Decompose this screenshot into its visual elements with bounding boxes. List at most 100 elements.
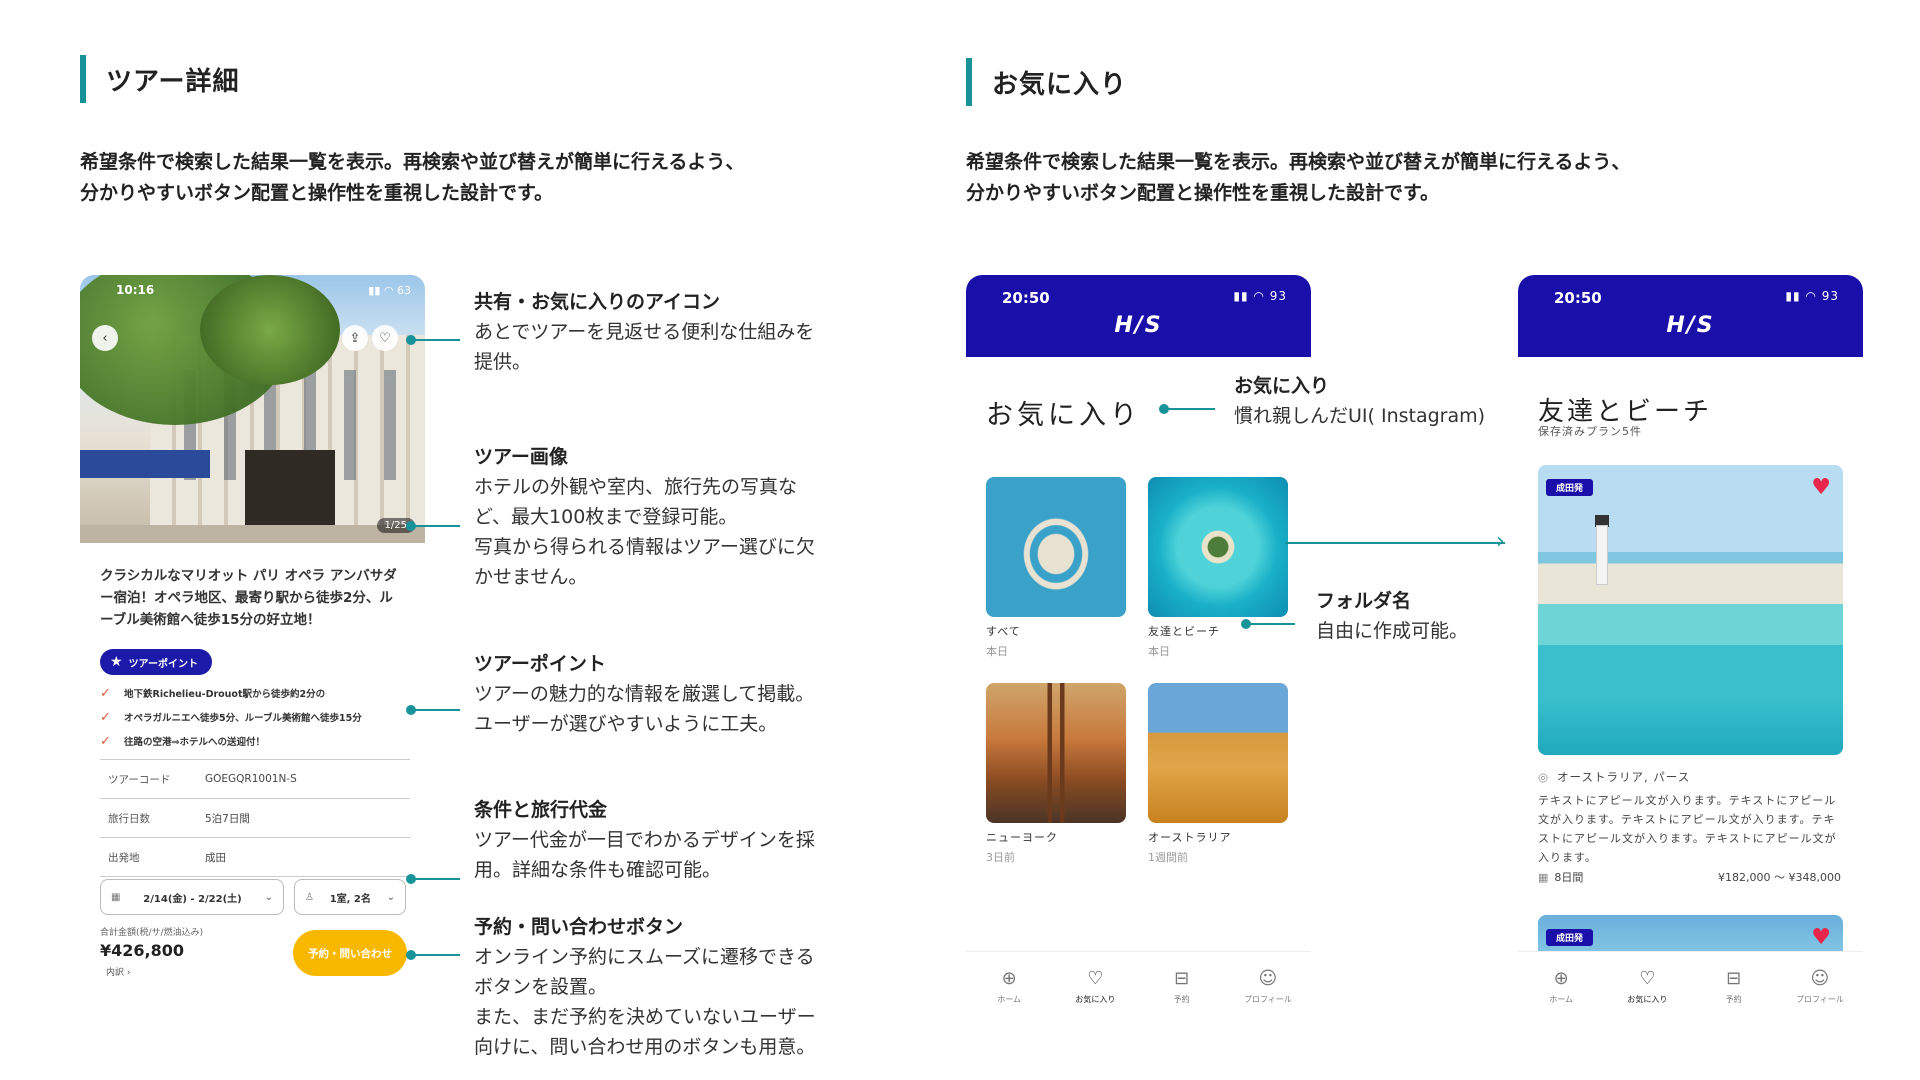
section-title-favorites: お気に入り <box>966 58 1127 106</box>
section-title-tour-detail: ツアー詳細 <box>80 55 239 103</box>
title-accent-bar <box>80 55 86 103</box>
tab-profile[interactable]: ☺ プロフィール <box>1785 968 1855 1005</box>
suitcase-icon: ⊟ <box>1726 968 1742 989</box>
suitcase-icon: ⊟ <box>1174 968 1190 989</box>
price-breakdown-link[interactable]: 内訳 › <box>106 965 130 978</box>
total-label: 合計金額(税/サ/燃油込み) <box>100 928 204 938</box>
folder-australia-thumbnail[interactable] <box>1148 683 1288 823</box>
check-icon: ✓ <box>100 685 111 701</box>
table-row: ツアーコード GOEGQR1001N-S <box>100 760 410 799</box>
right-description: 希望条件で検索した結果一覧を表示。再検索や並び替えが簡単に行えるよう、 分かりや… <box>966 151 1631 204</box>
table-row: 出発地 成田 <box>100 838 410 877</box>
callout-price: 条件と旅行代金 ツアー代金が一目でわかるデザインを採 用。詳細な条件も確認可能。 <box>474 799 815 881</box>
tab-favorites[interactable]: ♡ お気に入り <box>1612 968 1682 1005</box>
heart-icon[interactable]: ♥ <box>1811 927 1831 949</box>
favorites-title: お気に入り <box>986 400 1141 431</box>
departure-badge: 成田発 <box>1546 929 1594 946</box>
folder-name: 友達とビーチ <box>1148 625 1220 638</box>
profile-icon: ☺ <box>1810 968 1830 989</box>
tour-info-table: ツアーコード GOEGQR1001N-S 旅行日数 5泊7日間 出発地 成田 <box>100 759 410 877</box>
tour-days: ▦ 8日間 <box>1538 870 1584 885</box>
chevron-down-icon: ⌄ <box>386 891 395 903</box>
connector-line <box>414 709 460 711</box>
status-icons: ▮▮ ◠ 93 <box>1785 289 1839 303</box>
globe-icon: ⊕ <box>1553 968 1569 989</box>
left-description: 希望条件で検索した結果一覧を表示。再検索や並び替えが簡単に行えるよう、 分かりや… <box>80 151 745 204</box>
star-icon: ★ <box>110 654 123 670</box>
arrow-line <box>1285 542 1505 544</box>
folder-all-thumbnail[interactable] <box>986 477 1126 617</box>
folder-newyork-thumbnail[interactable] <box>986 683 1126 823</box>
callout-tour-image: ツアー画像 ホテルの外観や室内、旅行先の写真な ど、最大100枚まで登録可能。 … <box>474 446 815 588</box>
check-icon: ✓ <box>100 709 111 725</box>
his-logo: H/S <box>1666 313 1715 338</box>
folder-name: すべて <box>986 625 1021 638</box>
status-time: 20:50 <box>1002 289 1050 307</box>
tab-home[interactable]: ⊕ ホーム <box>1526 968 1596 1005</box>
callout-share-favorite: 共有・お気に入りのアイコン あとでツアーを見返せる便利な仕組みを 提供。 <box>474 291 815 373</box>
tour-card-image[interactable]: 成田発 ♥ <box>1538 465 1843 755</box>
folder-time: 本日 <box>986 645 1008 658</box>
connector-line <box>414 954 460 956</box>
share-icon: ⇪ <box>349 330 361 346</box>
connector-line <box>1249 623 1295 625</box>
person-icon: ♙ <box>305 891 314 903</box>
status-icons: ▮▮ ◠ 63 <box>368 283 411 297</box>
globe-icon: ⊕ <box>1001 968 1017 989</box>
folder-time: 3日前 <box>986 851 1015 864</box>
location-pin-icon: ◎ <box>1538 770 1550 784</box>
tour-location: ◎ オーストラリア, パース <box>1538 770 1691 784</box>
chevron-down-icon: ⌄ <box>264 891 273 903</box>
tab-reservation[interactable]: ⊟ 予約 <box>1147 968 1217 1005</box>
arrow-right-icon: › <box>1496 529 1505 554</box>
tour-card-text: テキストにアピール文が入ります。テキストにアピール文が入ります。テキストにアピー… <box>1538 794 1837 864</box>
bottom-tab-bar: ⊕ ホーム ♡ お気に入り ⊟ 予約 ☺ プロフィール <box>1518 951 1863 1020</box>
table-row: 旅行日数 5泊7日間 <box>100 799 410 838</box>
favorite-button[interactable]: ♡ <box>372 325 398 351</box>
folder-beach-thumbnail[interactable] <box>1148 477 1288 617</box>
folder-name: オーストラリア <box>1148 831 1232 844</box>
room-select[interactable]: ♙ 1室, 2名 ⌄ <box>294 879 406 915</box>
connector-line <box>1167 408 1215 410</box>
condition-selectors: ▦ 2/14(金) - 2/22(土) ⌄ ♙ 1室, 2名 ⌄ <box>100 879 410 915</box>
tab-favorites[interactable]: ♡ お気に入り <box>1060 968 1130 1005</box>
app-header: 20:50 ▮▮ ◠ 93 H/S <box>966 275 1311 357</box>
tour-price-range: ¥182,000 〜 ¥348,000 <box>1718 871 1841 884</box>
heart-icon: ♡ <box>379 330 391 346</box>
connector-line <box>414 525 460 527</box>
tab-profile[interactable]: ☺ プロフィール <box>1233 968 1303 1005</box>
date-select[interactable]: ▦ 2/14(金) - 2/22(土) ⌄ <box>100 879 284 915</box>
profile-icon: ☺ <box>1258 968 1278 989</box>
status-time: 10:16 <box>116 283 155 297</box>
folder-detail-phone: 20:50 ▮▮ ◠ 93 H/S 友達とビーチ 保存済みプラン5件 成田発 ♥… <box>1518 275 1863 1020</box>
title-accent-bar <box>966 58 972 106</box>
tour-point-badge: ★ ツアーポイント <box>100 649 212 675</box>
folder-subtitle: 保存済みプラン5件 <box>1538 425 1642 438</box>
heart-icon: ♡ <box>1639 968 1656 989</box>
reserve-inquiry-button[interactable]: 予約・問い合わせ <box>293 930 407 976</box>
app-header: 20:50 ▮▮ ◠ 93 H/S <box>1518 275 1863 357</box>
total-price: ¥426,800 <box>100 941 185 960</box>
tab-reservation[interactable]: ⊟ 予約 <box>1699 968 1769 1005</box>
callout-favorites: お気に入り 慣れ親しんだUI( Instagram) <box>1234 375 1486 427</box>
tour-point-list: ✓ 地下鉄Richelieu-Drouot駅から徒歩約2分の ✓ オペラガルニエへ徒… <box>100 681 410 753</box>
heart-icon[interactable]: ♥ <box>1811 477 1831 499</box>
heart-icon: ♡ <box>1087 968 1104 989</box>
departure-badge: 成田発 <box>1546 479 1594 496</box>
callout-tour-point: ツアーポイント ツアーの魅力的な情報を厳選して掲載。 ユーザーが選びやすいように… <box>474 653 815 735</box>
calendar-icon: ▦ <box>111 891 121 903</box>
tab-home[interactable]: ⊕ ホーム <box>974 968 1044 1005</box>
section-title-text: お気に入り <box>992 69 1128 100</box>
tour-detail-phone: 10:16 ▮▮ ◠ 63 ‹ ⇪ ♡ 1/25 クラシカルなマリオット パリ … <box>80 275 425 1020</box>
bottom-tab-bar: ⊕ ホーム ♡ お気に入り ⊟ 予約 ☺ プロフィール <box>966 951 1311 1020</box>
back-button[interactable]: ‹ <box>92 325 118 351</box>
folder-time: 本日 <box>1148 645 1170 658</box>
tour-title: クラシカルなマリオット パリ オペラ アンバサダー宿泊！オペラ地区、最寄り駅から… <box>100 568 397 628</box>
chevron-left-icon: ‹ <box>102 330 108 346</box>
tour-hero-image[interactable]: 10:16 ▮▮ ◠ 63 ‹ ⇪ ♡ 1/25 <box>80 275 425 543</box>
share-button[interactable]: ⇪ <box>342 325 368 351</box>
connector-line <box>414 339 460 341</box>
check-icon: ✓ <box>100 733 111 749</box>
his-logo: H/S <box>1114 313 1163 338</box>
calendar-icon: ▦ <box>1538 870 1549 884</box>
